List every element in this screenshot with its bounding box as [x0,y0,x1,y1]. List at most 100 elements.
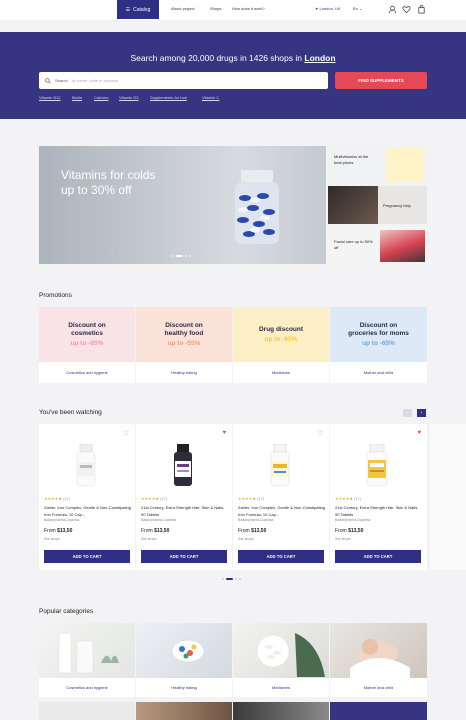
product-price: From $13,50 [44,528,73,534]
promotions-title: Promotions [39,292,72,299]
cosmetics-image [380,230,425,262]
main-banner[interactable]: Vitamins for colds up to 30% off [39,146,326,264]
language-selector[interactable]: En ⌄ [353,6,362,11]
category-label: Healthy eating [171,685,197,690]
promo-card[interactable]: Discount on healthy food up to -55% Heal… [136,307,232,383]
category-card[interactable] [136,702,232,720]
mother-child-category-image [330,623,427,678]
product-name[interactable]: 21st Century, Extra Strength Hair, Skin … [141,504,229,518]
heart-icon[interactable] [402,5,411,14]
product-card-peek [430,424,466,570]
promo-label: Mother and child [363,370,394,375]
product-name[interactable]: Zahler, Iron Complex, Gentle & Non-Const… [238,504,326,518]
popular-categories-title: Popular categories [39,608,94,615]
nav-shops[interactable]: Shops [210,6,221,11]
search-icon [45,77,51,84]
promo-line: Discount on [165,321,203,329]
find-supplements-button[interactable]: FIND SUPPLEMENTS [335,72,427,89]
promo-discount: up to -55% [167,339,201,347]
product-card[interactable]: ♡ ★★★★★ (17) Zahler, Iron Complex, Gentl… [39,424,135,570]
product-card[interactable]: ♡ ★★★★★ (17) Zahler, Iron Complex, Gentl… [233,424,329,570]
category-card[interactable] [330,702,427,720]
product-bottle-image [366,444,388,487]
pill-bottle-image [235,170,279,244]
pregnancy-image [328,186,378,224]
category-card[interactable]: Cosmetics and hygiene [39,623,135,697]
catalog-label: Catalog [133,6,151,13]
favorite-heart-filled-icon[interactable]: ♥ [222,430,226,436]
side-banner-facial-care[interactable]: Facial care up to 50% off [328,226,427,264]
see-shops-link[interactable]: See shops [141,537,157,541]
add-to-cart-button[interactable]: ADD TO CART [335,550,421,563]
quick-link[interactable]: Vitamin D3 [119,95,139,100]
hero-city-link[interactable]: London [304,53,335,63]
rating: ★★★★★ (17) [238,496,265,501]
rating: ★★★★★ (17) [44,496,71,501]
favorite-heart-icon[interactable]: ♡ [318,430,323,437]
see-shops-link[interactable]: See shops [238,537,254,541]
category-card[interactable]: Mother and child [330,623,427,697]
quick-link[interactable]: Vitamin B12 [39,95,61,100]
favorite-heart-filled-icon[interactable]: ♥ [417,430,421,436]
promo-label: Medicines [271,370,290,375]
category-card[interactable] [233,702,329,720]
chevron-left-icon: ‹ [406,410,409,416]
promo-label: Healthy eating [171,370,197,375]
promo-label: Cosmetics and hygiene [66,370,108,375]
see-shops-link[interactable]: See shops [335,537,351,541]
favorite-heart-icon[interactable]: ♡ [124,430,129,437]
user-icon[interactable] [388,5,397,14]
add-to-cart-button[interactable]: ADD TO CART [44,550,130,563]
promo-line: Discount on [68,321,106,329]
product-name[interactable]: 21st Century, Extra Strength Hair, Skin … [335,504,423,518]
promo-card[interactable]: Discount on groceries for moms up to -65… [330,307,427,383]
side-banner-pregnancy[interactable]: Pregnancy help [328,186,427,224]
cosmetics-category-image [39,623,135,678]
category-label: Medicines [271,685,290,690]
location-selector[interactable]: ➤ London, UK [315,6,341,11]
promo-banner: Discount on groceries for moms up to -65… [330,307,427,362]
promo-line: healthy food [164,329,204,337]
product-brand: Balkanpharma-Dupnitsa [44,518,80,522]
promo-discount: up to -65% [362,339,395,347]
product-bottle-image [174,444,192,486]
add-to-cart-button[interactable]: ADD TO CART [238,550,324,563]
side-banner-multivitamins[interactable]: Multivitamins at the best prices [328,146,427,184]
banner-pagination[interactable] [172,255,191,257]
category-card[interactable]: Healthy eating [136,623,232,697]
healthy-eating-category-image [136,623,232,678]
promo-card[interactable]: Drug discount up to -65% Medicines [233,307,329,383]
product-name[interactable]: Zahler, Iron Complex, Gentle & Non-Const… [44,504,132,518]
carousel-next-button[interactable]: › [417,409,426,417]
nav-about-project[interactable]: About project [171,6,195,11]
add-to-cart-button[interactable]: ADD TO CART [141,550,227,563]
product-card[interactable]: ♥ ★★★★★ (17) 21st Century, Extra Strengt… [330,424,427,570]
promo-line: Discount on [359,321,398,329]
cart-icon[interactable] [417,5,426,14]
catalog-button[interactable]: ☰ Catalog [117,0,159,19]
carousel-prev-button[interactable]: ‹ [403,409,412,417]
search-placeholder: by name, code or purpose [71,78,119,83]
carousel-pagination[interactable] [222,578,241,580]
category-card[interactable]: Medicines [233,623,329,697]
main-banner-title: Vitamins for colds up to 30% off [61,168,156,197]
promo-banner: Discount on cosmetics up to -65% [39,307,135,362]
quick-link[interactable]: Supplements for hair [150,95,187,100]
product-card[interactable]: ♥ ★★★★★ (17) 21st Century, Extra Strengt… [136,424,232,570]
search-input[interactable]: Search by name, code or purpose [39,72,328,89]
side-banner-title: Pregnancy help [383,203,411,208]
see-shops-link[interactable]: See shops [44,537,60,541]
nav-how-it-works[interactable]: How does it work? [232,6,265,11]
quick-link[interactable]: Vitamin C [202,95,219,100]
quick-link[interactable]: Biotin [72,95,82,100]
promo-line: groceries for moms [348,329,409,337]
promo-card[interactable]: Discount on cosmetics up to -65% Cosmeti… [39,307,135,383]
quick-link[interactable]: Calcium [94,95,108,100]
promo-discount: up to -65% [70,339,104,347]
menu-icon: ☰ [125,6,131,13]
category-card[interactable] [39,702,135,720]
search-label: Search [55,78,68,83]
category-label: Mother and child [363,685,394,690]
side-banner-title: Facial care up to 50% off [334,239,373,250]
product-price: From $13,50 [335,528,364,534]
